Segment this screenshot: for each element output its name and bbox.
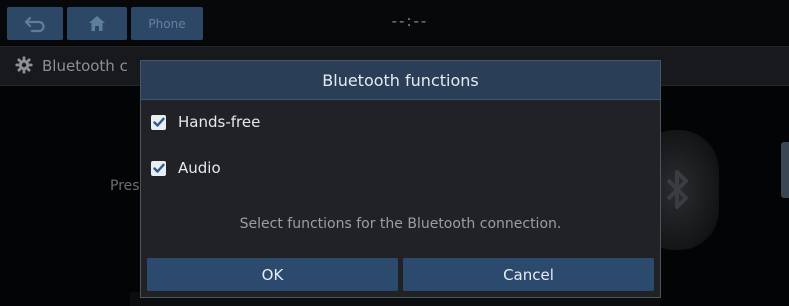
- bluetooth-functions-dialog: Bluetooth functions Hands-free Audio Sel…: [140, 60, 661, 298]
- back-button[interactable]: [7, 7, 63, 40]
- back-arrow-icon: [24, 16, 45, 32]
- mode-label: Phone: [148, 16, 186, 31]
- checkmark-icon: [152, 117, 165, 127]
- hands-free-checkbox[interactable]: [151, 114, 166, 130]
- home-button[interactable]: [67, 7, 127, 40]
- checkmark-icon: [152, 163, 165, 173]
- cancel-button[interactable]: Cancel: [403, 258, 654, 291]
- gear-icon: [15, 56, 33, 74]
- background-instruction-text: Pres: [110, 178, 140, 194]
- option-hands-free[interactable]: Hands-free: [151, 109, 260, 135]
- clock: --:--: [391, 12, 429, 30]
- dialog-title: Bluetooth functions: [141, 61, 660, 100]
- option-audio[interactable]: Audio: [151, 155, 221, 181]
- audio-checkbox[interactable]: [151, 160, 166, 176]
- top-bar: Phone --:--: [0, 0, 789, 45]
- page-title: Bluetooth c: [42, 57, 128, 75]
- home-icon: [89, 16, 105, 31]
- dialog-info-text: Select functions for the Bluetooth conne…: [239, 216, 562, 232]
- audio-label: Audio: [178, 159, 221, 177]
- hands-free-label: Hands-free: [178, 113, 261, 131]
- side-panel-handle[interactable]: [781, 142, 789, 198]
- ok-button[interactable]: OK: [147, 258, 398, 291]
- head-unit-screen: Phone --:-- Bluetooth c Pres Bluetooth f…: [0, 0, 789, 306]
- mode-button[interactable]: Phone: [131, 7, 203, 40]
